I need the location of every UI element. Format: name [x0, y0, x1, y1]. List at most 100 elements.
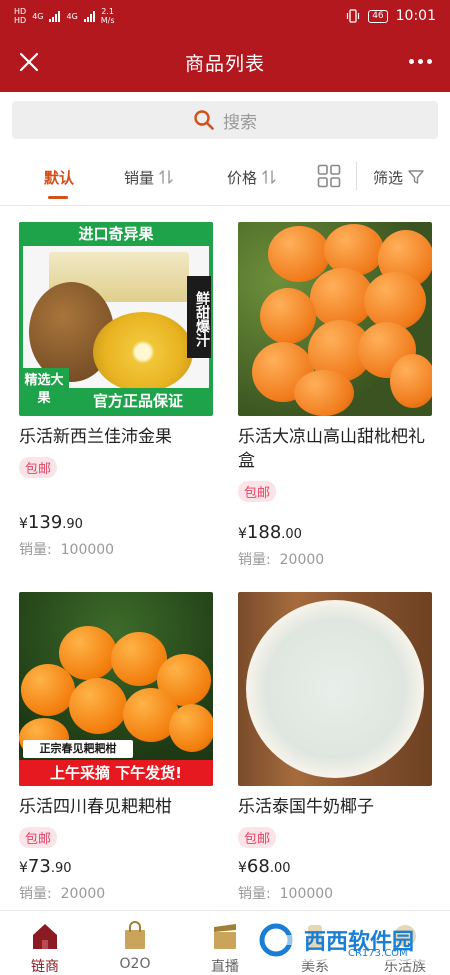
product-image-kiwi[interactable]: 进口奇异果 鲜甜爆汁 精选大果 官方正品保证: [19, 222, 213, 416]
banner-bottom: 上午采摘 下午发货!: [19, 760, 213, 786]
sales-value: 100000: [279, 886, 334, 902]
sort-sales-tab[interactable]: 销量: [124, 148, 174, 206]
sales-value: 20000: [279, 552, 325, 568]
network-type-2: 4G: [66, 11, 78, 21]
sort-price-label: 价格: [227, 168, 258, 187]
price-decimal: .00: [269, 861, 291, 876]
clapperboard-icon: [214, 924, 236, 949]
sales-label: 销量:: [19, 886, 52, 902]
home-icon: [33, 924, 57, 949]
signal-icon: [49, 10, 61, 22]
product-price: ¥139.90: [19, 512, 213, 533]
tab-label: O2O: [119, 956, 151, 972]
banner-corner: 精选大果: [19, 368, 69, 412]
loquat-fruit: [268, 226, 330, 282]
free-shipping-badge: 包邮: [19, 827, 58, 848]
citrus-fruit: [169, 704, 213, 752]
product-card[interactable]: 乐活大凉山高山甜枇杷礼盒 包邮 ¥188.00 销量: 20000: [238, 222, 432, 569]
sales-value: 20000: [60, 886, 106, 902]
tab-o2o[interactable]: O2O: [90, 911, 180, 975]
price-integer: 68: [246, 856, 270, 877]
product-title[interactable]: 乐活泰国牛奶椰子: [238, 795, 432, 819]
price-integer: 188: [246, 522, 282, 543]
battery-icon: 46: [368, 9, 388, 23]
product-image-coconut[interactable]: [238, 592, 432, 786]
free-shipping-badge: 包邮: [19, 457, 58, 478]
price-symbol: ¥: [238, 860, 247, 876]
price-symbol: ¥: [19, 860, 28, 876]
product-card[interactable]: 正宗春见耙耙柑 上午采摘 下午发货! 乐活四川春见耙耙柑 包邮 ¥73.90 销…: [19, 592, 213, 903]
sort-arrows-icon: [159, 170, 173, 184]
sim1-label: HD: [14, 7, 27, 16]
search-section: 搜索: [0, 92, 450, 148]
signal-icon-2: [83, 10, 95, 22]
product-title[interactable]: 乐活四川春见耙耙柑: [19, 795, 213, 819]
sales-value: 100000: [60, 542, 115, 558]
shopping-bag-icon: [125, 921, 145, 949]
banner-side: 鲜甜爆汁: [187, 276, 211, 358]
clock: 10:01: [395, 8, 436, 24]
loquat-fruit: [364, 272, 426, 330]
product-title[interactable]: 乐活大凉山高山甜枇杷礼盒: [238, 425, 432, 473]
more-icon[interactable]: [409, 59, 432, 64]
price-decimal: .00: [281, 527, 302, 542]
status-bar: HD HD 4G 4G 2.1 M/s 46 10:01: [0, 0, 450, 32]
search-icon: [194, 110, 214, 130]
sort-sales-label: 销量: [124, 168, 155, 187]
banner-label: 正宗春见耙耙柑: [23, 740, 133, 758]
watermark-logo-icon: [259, 923, 298, 957]
sort-active-indicator: [48, 196, 68, 199]
price-decimal: .90: [50, 861, 72, 876]
network-type-1: 4G: [32, 11, 44, 21]
free-shipping-badge: 包邮: [238, 827, 277, 848]
banner-top: 进口奇异果: [19, 222, 213, 246]
tab-chain-shop[interactable]: 链商: [0, 911, 90, 975]
sales-label: 销量:: [238, 886, 271, 902]
vibrate-icon: [347, 9, 360, 23]
banner-bottom: 官方正品保证: [67, 388, 209, 414]
price-decimal: .90: [62, 517, 83, 532]
search-input[interactable]: 搜索: [12, 101, 438, 139]
battery-level: 46: [372, 10, 384, 21]
page-title: 商品列表: [184, 52, 265, 75]
sort-bar: 默认 销量 价格 筛选: [0, 148, 450, 206]
sort-arrows-icon: [262, 170, 276, 184]
filter-icon: [408, 170, 424, 184]
sort-price-tab[interactable]: 价格: [227, 148, 277, 206]
search-placeholder: 搜索: [223, 112, 257, 133]
price-symbol: ¥: [238, 526, 247, 542]
sort-default-label: 默认: [44, 168, 75, 187]
status-right: 46 10:01: [346, 8, 436, 24]
price-symbol: ¥: [19, 516, 28, 532]
sim2-label: HD: [14, 16, 27, 25]
price-integer: 139: [27, 512, 63, 533]
citrus-fruit: [69, 678, 127, 734]
speed-unit: M/s: [100, 16, 115, 25]
filter-label: 筛选: [373, 168, 404, 187]
network-speed: 2.1 M/s: [101, 7, 115, 25]
product-sales: 销量: 20000: [238, 549, 432, 569]
close-icon[interactable]: [16, 49, 42, 75]
product-grid: 进口奇异果 鲜甜爆汁 精选大果 官方正品保证 乐活新西兰佳沛金果 包邮 ¥139…: [0, 206, 450, 910]
product-image-citrus[interactable]: 正宗春见耙耙柑 上午采摘 下午发货!: [19, 592, 213, 786]
product-title[interactable]: 乐活新西兰佳沛金果: [19, 425, 213, 449]
grid-view-icon[interactable]: [317, 164, 341, 188]
status-left: HD HD 4G 4G 2.1 M/s: [14, 7, 115, 25]
product-price: ¥73.90: [19, 856, 213, 877]
coconut: [246, 600, 424, 778]
product-card[interactable]: 乐活泰国牛奶椰子 包邮 ¥68.00 销量: 100000: [238, 592, 432, 903]
filter-button[interactable]: 筛选: [373, 148, 425, 206]
product-card[interactable]: 进口奇异果 鲜甜爆汁 精选大果 官方正品保证 乐活新西兰佳沛金果 包邮 ¥139…: [19, 222, 213, 559]
tab-label: 链商: [31, 959, 59, 975]
sales-label: 销量:: [238, 552, 271, 568]
product-image-loquat[interactable]: [238, 222, 432, 416]
product-sales: 销量: 100000: [19, 539, 213, 559]
watermark-sub: CR173.COM: [348, 948, 408, 959]
loquat-fruit: [390, 354, 432, 408]
site-watermark: 西西软件园 CR173.COM: [250, 918, 440, 962]
citrus-fruit: [21, 664, 75, 716]
product-price: ¥188.00: [238, 522, 432, 543]
sort-divider: [356, 162, 357, 190]
free-shipping-badge: 包邮: [238, 481, 277, 502]
nav-bar: 商品列表: [0, 32, 450, 92]
